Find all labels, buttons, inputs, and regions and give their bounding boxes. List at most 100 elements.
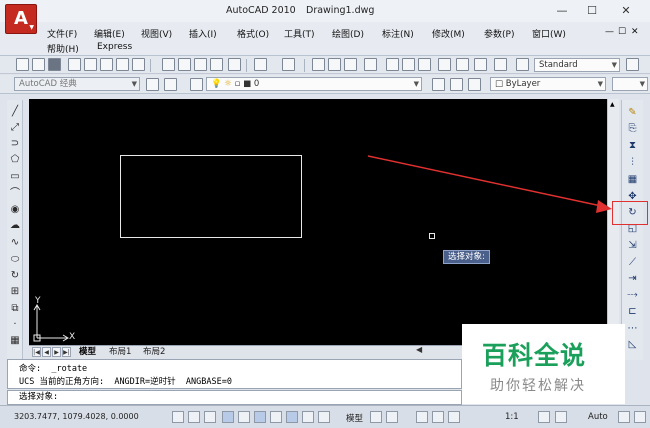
text-style-icon[interactable] — [516, 58, 529, 71]
join-icon[interactable]: ⋯ — [626, 322, 639, 335]
model-space-button[interactable]: 模型 — [346, 412, 363, 424]
tool-palettes-icon[interactable] — [418, 58, 431, 71]
zoom-window-icon[interactable] — [344, 58, 357, 71]
spline-icon[interactable]: ∿ — [9, 237, 21, 249]
last-tab-button[interactable]: ▶| — [62, 347, 71, 357]
layer-manager-icon[interactable] — [190, 78, 203, 91]
markup-icon[interactable] — [456, 58, 469, 71]
next-tab-button[interactable]: ▶ — [52, 347, 61, 357]
block-editor-icon[interactable] — [228, 58, 241, 71]
point-icon[interactable]: · — [9, 319, 21, 331]
menu-window[interactable]: 窗口(W) — [532, 27, 566, 40]
grid-toggle[interactable] — [204, 411, 216, 423]
drawing-canvas[interactable] — [29, 99, 607, 345]
menu-tools[interactable]: 工具(T) — [284, 27, 315, 40]
quickcalc-icon[interactable] — [474, 58, 487, 71]
ellipse-icon[interactable]: ⬭ — [9, 254, 21, 266]
menu-insert[interactable]: 插入(I) — [189, 27, 217, 40]
insert-block-icon[interactable]: ⊞ — [9, 286, 21, 298]
menu-modify[interactable]: 修改(M) — [432, 27, 465, 40]
dimension-style-icon[interactable] — [626, 58, 639, 71]
copy-object-icon[interactable]: ⎘ — [626, 122, 639, 135]
doc-restore-button[interactable]: ☐ — [618, 27, 626, 37]
dyn-toggle[interactable] — [318, 411, 330, 423]
zoom-realtime-icon[interactable] — [328, 58, 341, 71]
tab-layout1[interactable]: 布局1 — [109, 347, 131, 358]
open-file-icon[interactable] — [32, 58, 45, 71]
prev-tab-button[interactable]: ◀ — [42, 347, 51, 357]
make-block-icon[interactable]: ⧉ — [9, 303, 21, 315]
rectangle-icon[interactable]: ▭ — [9, 171, 21, 183]
application-menu-button[interactable]: A ▼ — [5, 4, 37, 34]
pan-status-icon[interactable] — [416, 411, 428, 423]
close-button[interactable]: ✕ — [612, 2, 640, 20]
line-icon[interactable]: ╱ — [9, 106, 21, 118]
command-input[interactable]: 选择对象: — [7, 390, 462, 405]
design-center-icon[interactable] — [402, 58, 415, 71]
zoom-previous-icon[interactable] — [364, 58, 377, 71]
color-dropdown[interactable]: □ ByLayer ▼ — [490, 77, 606, 91]
undo-icon[interactable] — [254, 58, 267, 71]
copy-icon[interactable] — [178, 58, 191, 71]
clean-screen-icon[interactable] — [634, 411, 646, 423]
properties-icon[interactable] — [386, 58, 399, 71]
zoom-status-icon[interactable] — [432, 411, 444, 423]
menu-draw[interactable]: 绘图(D) — [332, 27, 364, 40]
text-style-dropdown[interactable]: Standard ▼ — [534, 58, 620, 72]
mirror-icon[interactable]: ⧗ — [626, 139, 639, 152]
circle-icon[interactable]: ◉ — [9, 204, 21, 216]
annotation-scale[interactable]: 1:1 — [505, 412, 519, 422]
steering-wheel-icon[interactable] — [448, 411, 460, 423]
sheet-set-manager-icon[interactable] — [438, 58, 451, 71]
osnap-toggle[interactable] — [254, 411, 266, 423]
first-tab-button[interactable]: |◀ — [32, 347, 41, 357]
tab-model[interactable]: 模型 — [79, 347, 96, 358]
menu-parametric[interactable]: 参数(P) — [484, 27, 514, 40]
ellipse-arc-icon[interactable]: ↻ — [9, 270, 21, 282]
paste-icon[interactable] — [194, 58, 207, 71]
erase-icon[interactable]: ✎ — [626, 106, 639, 119]
menu-file[interactable]: 文件(F) — [47, 27, 77, 40]
array-icon[interactable]: ▦ — [626, 173, 639, 186]
polygon-icon[interactable]: ⬠ — [9, 154, 21, 166]
auto-scale-icon[interactable] — [555, 411, 567, 423]
cut-icon[interactable] — [162, 58, 175, 71]
linetype-dropdown[interactable]: ▼ — [612, 77, 648, 91]
scroll-left-icon[interactable]: ◀ — [416, 345, 422, 354]
ducs-toggle[interactable] — [302, 411, 314, 423]
workspace-switch[interactable]: Auto — [588, 412, 608, 422]
print-icon[interactable] — [68, 58, 81, 71]
stretch-icon[interactable]: ⇲ — [626, 239, 639, 252]
rectangle-object[interactable] — [120, 155, 302, 238]
break-icon[interactable]: ⊏ — [626, 305, 639, 318]
new-file-icon[interactable] — [16, 58, 29, 71]
menu-format[interactable]: 格式(O) — [237, 27, 269, 40]
ortho-toggle[interactable] — [222, 411, 234, 423]
layer-properties-icon[interactable] — [164, 78, 177, 91]
save-icon[interactable] — [48, 58, 61, 71]
layer-dropdown[interactable]: 💡 ☼ ▫ ■ 0 ▼ — [206, 77, 422, 91]
menu-help[interactable]: 帮助(H) — [47, 42, 79, 55]
sheet-set-icon[interactable] — [132, 58, 145, 71]
break-at-point-icon[interactable]: ⤏ — [626, 288, 639, 301]
quick-view-drawings-icon[interactable] — [386, 411, 398, 423]
quick-view-layouts-icon[interactable] — [370, 411, 382, 423]
menu-edit[interactable]: 编辑(E) — [94, 27, 125, 40]
coordinate-readout[interactable]: 3203.7477, 1079.4028, 0.0000 — [14, 412, 139, 421]
polyline-icon[interactable]: ⊃ — [9, 138, 21, 150]
lock-ui-icon[interactable] — [618, 411, 630, 423]
print-preview-icon[interactable] — [84, 58, 97, 71]
maximize-button[interactable]: ☐ — [578, 2, 606, 20]
redo-icon[interactable] — [282, 58, 295, 71]
offset-icon[interactable]: ⫶ — [626, 156, 639, 169]
snap-toggle[interactable] — [188, 411, 200, 423]
revision-cloud-icon[interactable]: ☁ — [9, 220, 21, 232]
annotation-visibility-icon[interactable] — [538, 411, 550, 423]
chamfer-icon[interactable]: ◺ — [626, 338, 639, 351]
infer-constraints-toggle[interactable] — [172, 411, 184, 423]
scroll-up-icon[interactable]: ▲ — [610, 101, 615, 108]
layer-states-icon[interactable] — [468, 78, 481, 91]
construction-line-icon[interactable]: ⤢ — [9, 122, 21, 134]
extend-icon[interactable]: ⇥ — [626, 272, 639, 285]
tab-layout2[interactable]: 布局2 — [143, 347, 165, 358]
